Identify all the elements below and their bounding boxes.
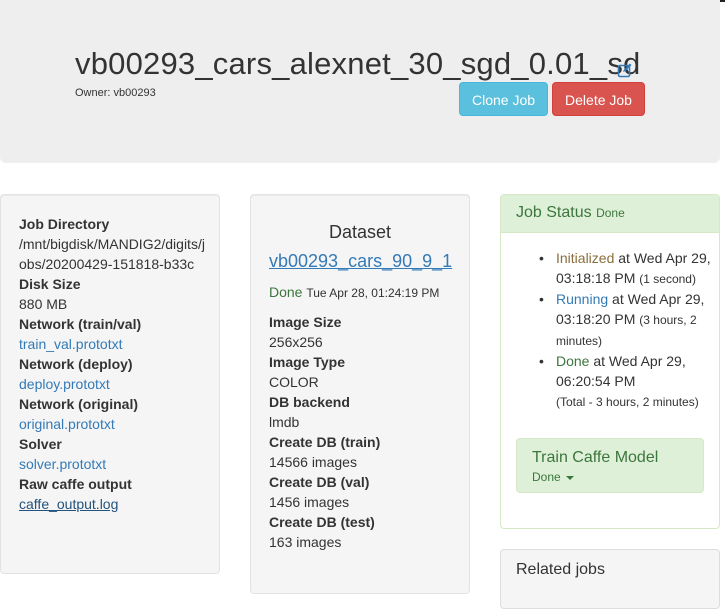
- network-deploy-label: Network (deploy): [19, 356, 133, 372]
- create-db-val-value: 1456 images: [269, 494, 350, 510]
- network-train-val-label: Network (train/val): [19, 316, 142, 332]
- bullet: •: [539, 291, 544, 307]
- related-jobs-panel: Related jobs: [500, 549, 720, 609]
- delete-job-button[interactable]: Delete Job: [552, 82, 645, 116]
- dataset-status-state: Done: [269, 284, 303, 300]
- disk-size-value: 880 MB: [19, 296, 68, 312]
- dataset-status-time: Tue Apr 28, 01:24:19 PM: [306, 286, 440, 300]
- db-backend-value: lmdb: [269, 414, 300, 430]
- network-original-link[interactable]: original.prototxt: [19, 416, 115, 432]
- raw-caffe-output-label: Raw caffe output: [19, 476, 132, 492]
- train-caffe-model-task[interactable]: Train Caffe Model Done: [516, 438, 704, 493]
- status-item-initialized: • Initialized at Wed Apr 29, 03:18:18 PM…: [539, 248, 714, 289]
- status-state-running: Running: [556, 291, 609, 307]
- create-db-train-label: Create DB (train): [269, 434, 381, 450]
- solver-link[interactable]: solver.prototxt: [19, 456, 106, 472]
- network-train-val-link[interactable]: train_val.prototxt: [19, 336, 123, 352]
- status-state-initialized: Initialized: [556, 250, 615, 266]
- dataset-heading: Dataset: [328, 222, 392, 242]
- clone-job-button[interactable]: Clone Job: [459, 82, 548, 116]
- image-type-value: COLOR: [269, 374, 319, 390]
- create-db-val-label: Create DB (val): [269, 474, 370, 490]
- caffe-output-log-link[interactable]: caffe_output.log: [19, 496, 118, 512]
- train-task-state: Done: [532, 470, 561, 484]
- image-type-label: Image Type: [269, 354, 345, 370]
- network-deploy-link[interactable]: deploy.prototxt: [19, 376, 110, 392]
- job-status-list: • Initialized at Wed Apr 29, 03:18:18 PM…: [539, 248, 714, 412]
- job-directory-value: /mnt/bigdisk/MANDIG2/digits/jobs/2020042…: [19, 236, 205, 272]
- train-task-title: Train Caffe Model: [532, 449, 659, 466]
- job-directory-label: Job Directory: [19, 216, 110, 232]
- image-size-value: 256x256: [269, 334, 323, 350]
- dataset-status: Done Tue Apr 28, 01:24:19 PM: [269, 284, 439, 300]
- job-status-header: Job Status Done: [501, 195, 719, 233]
- create-db-test-label: Create DB (test): [269, 514, 375, 530]
- train-task-state-toggle[interactable]: Done: [532, 470, 574, 484]
- status-state-done: Done: [556, 353, 590, 369]
- bullet: •: [539, 353, 544, 369]
- status-duration-initialized: (1 second): [639, 272, 696, 286]
- create-db-train-value: 14566 images: [269, 454, 357, 470]
- image-size-label: Image Size: [269, 314, 342, 330]
- disk-size-label: Disk Size: [19, 276, 81, 292]
- create-db-test-value: 163 images: [269, 534, 342, 550]
- status-duration-done: (Total - 3 hours, 2 minutes): [556, 395, 699, 409]
- dataset-name-link[interactable]: vb00293_cars_90_9_1: [269, 251, 452, 272]
- job-status-title: Job Status: [516, 204, 592, 221]
- job-header: vb00293_cars_alexnet_30_sgd_0.01_sd Owne…: [0, 0, 720, 163]
- solver-label: Solver: [19, 436, 62, 452]
- status-item-done: • Done at Wed Apr 29, 06:20:54 PM (Total …: [539, 351, 714, 412]
- edit-icon[interactable]: [617, 62, 633, 78]
- db-backend-label: DB backend: [269, 394, 350, 410]
- dataset-info-list: Image Size 256x256 Image Type COLOR DB b…: [269, 312, 459, 552]
- job-status-state: Done: [596, 206, 625, 220]
- job-info-list: Job Directory /mnt/bigdisk/MANDIG2/digit…: [19, 214, 209, 514]
- related-jobs-title: Related jobs: [516, 561, 605, 578]
- network-original-label: Network (original): [19, 396, 139, 412]
- status-item-running: • Running at Wed Apr 29, 03:18:20 PM (3 …: [539, 289, 714, 351]
- owner-label: Owner: vb00293: [75, 87, 156, 99]
- job-title: vb00293_cars_alexnet_30_sgd_0.01_sd: [75, 46, 641, 81]
- caret-down-icon: [565, 475, 574, 480]
- bullet: •: [539, 250, 544, 266]
